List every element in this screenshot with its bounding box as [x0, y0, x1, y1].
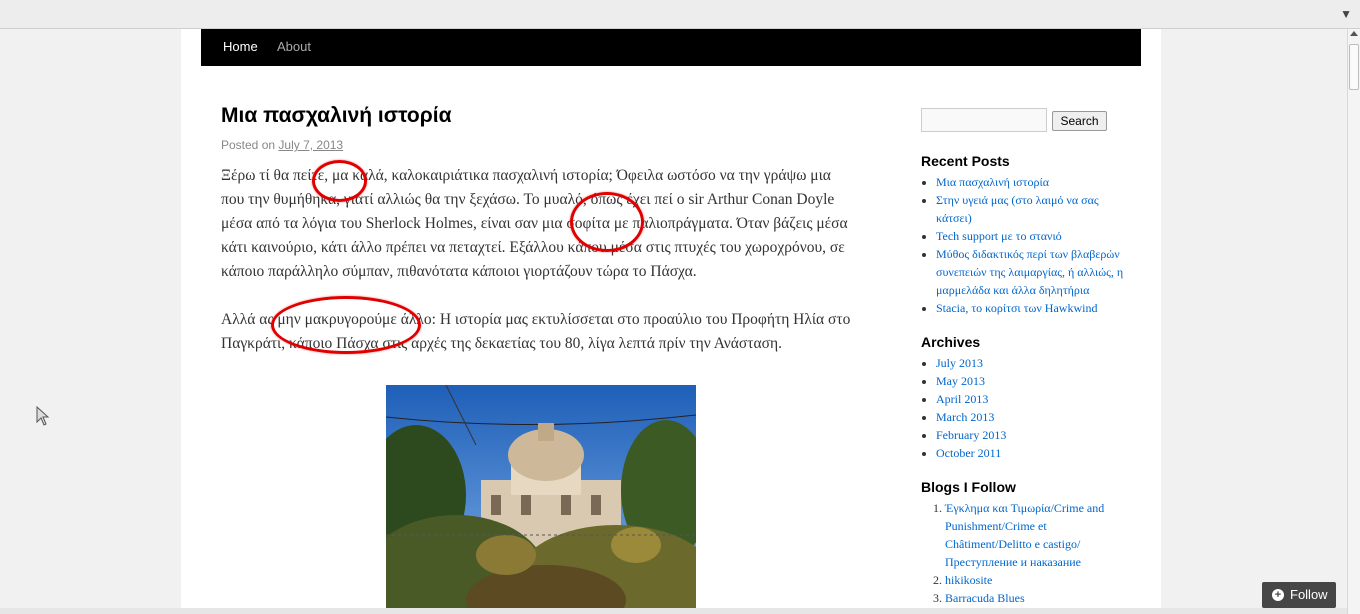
- blog-link[interactable]: Barracuda Blues: [945, 591, 1025, 605]
- search-form: Search: [921, 108, 1131, 132]
- plus-circle-icon: +: [1272, 589, 1284, 601]
- archives-title: Archives: [921, 334, 981, 350]
- scrollbar-thumb[interactable]: [1349, 44, 1359, 90]
- nav-about[interactable]: About: [277, 39, 311, 54]
- list-item: October 2011: [936, 444, 1131, 462]
- list-item: Στην υγειά μας (στο λαιμό να σας κάτσει): [936, 191, 1131, 227]
- recent-post-link[interactable]: Stacia, το κορίτσι των Hawkwind: [936, 301, 1097, 315]
- blogs-follow-title: Blogs I Follow: [921, 479, 1016, 495]
- posted-on-label: Posted on: [221, 138, 276, 152]
- recent-post-link[interactable]: Μια πασχαλινή ιστορία: [936, 175, 1049, 189]
- search-input[interactable]: [921, 108, 1047, 132]
- follow-label: Follow: [1290, 587, 1328, 602]
- list-item: April 2013: [936, 390, 1131, 408]
- list-item: Stacia, το κορίτσι των Hawkwind: [936, 299, 1131, 317]
- list-item: Μύθος διδακτικός περί των βλαβερών συνεπ…: [936, 245, 1131, 299]
- list-item: February 2013: [936, 426, 1131, 444]
- archive-link[interactable]: May 2013: [936, 374, 985, 388]
- main-nav: Home About: [201, 29, 1141, 66]
- archive-link[interactable]: July 2013: [936, 356, 983, 370]
- recent-posts-title: Recent Posts: [921, 153, 1010, 169]
- nav-home[interactable]: Home: [223, 39, 258, 54]
- search-button[interactable]: Search: [1052, 111, 1107, 131]
- recent-post-link[interactable]: Μύθος διδακτικός περί των βλαβερών συνεπ…: [936, 247, 1123, 297]
- post-title[interactable]: Μια πασχαλινή ιστορία: [221, 104, 851, 128]
- vertical-scrollbar[interactable]: [1347, 29, 1360, 614]
- blogs-follow-widget: Blogs I Follow Έγκλημα και Τιμωρία/Crime…: [921, 479, 1131, 607]
- list-item: Μια πασχαλινή ιστορία: [936, 173, 1131, 191]
- list-item: hikikosite: [945, 571, 1131, 589]
- recent-posts-widget: Recent Posts Μια πασχαλινή ιστορία Στην …: [921, 153, 1131, 317]
- list-item: Tech support με το στανιό: [936, 227, 1131, 245]
- list-item: July 2013: [936, 354, 1131, 372]
- chevron-down-icon[interactable]: ▼: [1340, 7, 1352, 21]
- archive-link[interactable]: March 2013: [936, 410, 994, 424]
- blog-link[interactable]: hikikosite: [945, 573, 992, 587]
- post-photo-church[interactable]: [386, 385, 696, 611]
- sidebar: Search Recent Posts Μια πασχαλινή ιστορί…: [921, 108, 1131, 607]
- archive-link[interactable]: February 2013: [936, 428, 1006, 442]
- list-item: Έγκλημα και Τιμωρία/Crime and Punishment…: [945, 499, 1131, 571]
- page-container: Home About Μια πασχαλινή ιστορία Posted …: [181, 29, 1161, 614]
- archive-link[interactable]: October 2011: [936, 446, 1001, 460]
- list-item: March 2013: [936, 408, 1131, 426]
- archive-link[interactable]: April 2013: [936, 392, 988, 406]
- archives-widget: Archives July 2013 May 2013 April 2013 M…: [921, 334, 1131, 462]
- list-item: Barracuda Blues: [945, 589, 1131, 607]
- post-paragraph: Αλλά ας μην μακρυγορούμε άλλο: Η ιστορία…: [221, 311, 851, 352]
- browser-top-bar: ▼: [0, 0, 1360, 29]
- post-content: Μια πασχαλινή ιστορία Posted on July 7, …: [221, 104, 851, 611]
- scroll-up-icon[interactable]: [1350, 31, 1358, 36]
- mouse-cursor-icon: [36, 406, 50, 426]
- post-date-link[interactable]: July 7, 2013: [278, 138, 343, 152]
- follow-button[interactable]: + Follow: [1262, 582, 1336, 608]
- horizontal-scrollbar[interactable]: [0, 608, 1347, 614]
- blog-link[interactable]: Έγκλημα και Τιμωρία/Crime and Punishment…: [945, 501, 1104, 569]
- recent-post-link[interactable]: Στην υγειά μας (στο λαιμό να σας κάτσει): [936, 193, 1099, 225]
- recent-post-link[interactable]: Tech support με το στανιό: [936, 229, 1062, 243]
- post-meta: Posted on July 7, 2013: [221, 138, 851, 152]
- post-paragraph: Ξέρω τί θα πείτε, μα καλά, καλοκαιριάτικ…: [221, 167, 848, 280]
- list-item: May 2013: [936, 372, 1131, 390]
